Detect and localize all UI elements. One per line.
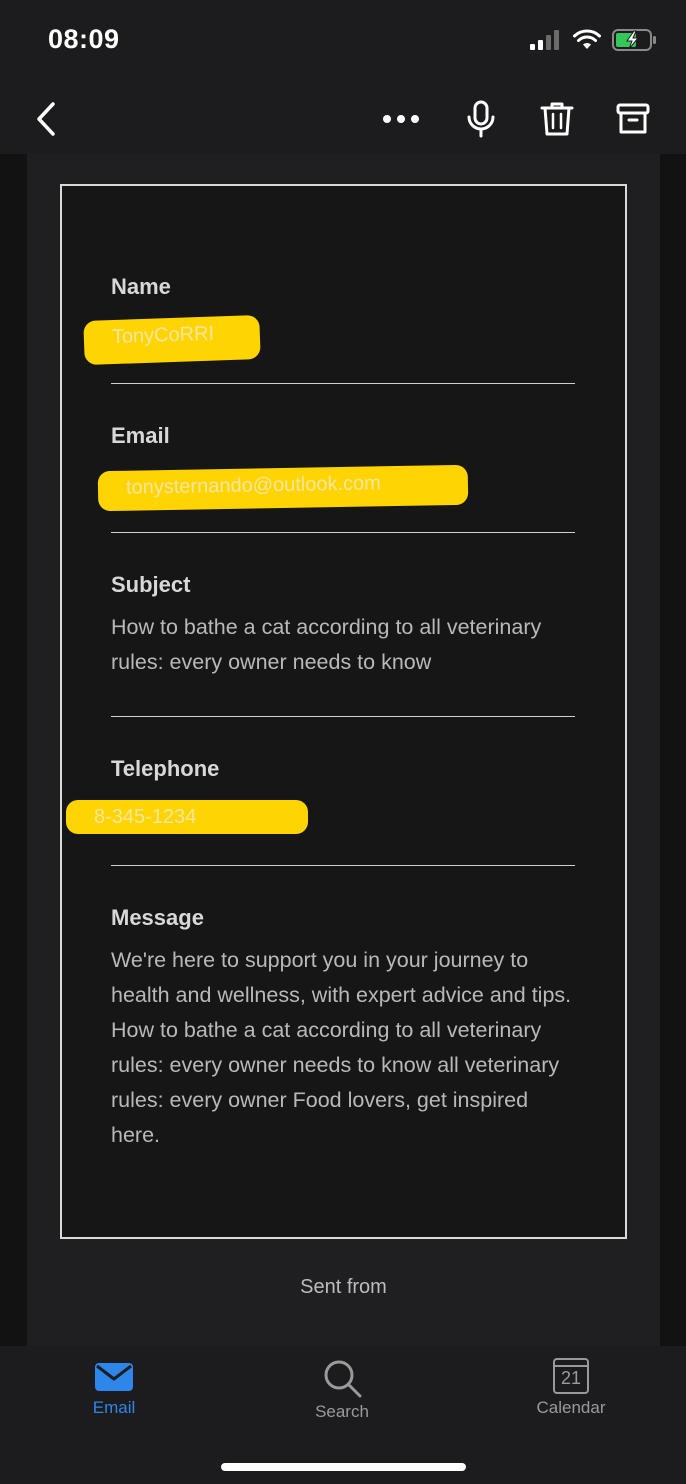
- archive-button[interactable]: [608, 94, 658, 144]
- name-field: Name: [111, 274, 574, 300]
- email-field: Email: [111, 423, 574, 449]
- chevron-left-icon: [37, 102, 55, 136]
- email-body: Name TonyCoRRI Email tonysternando@outlo…: [27, 154, 660, 1346]
- email-toolbar: [0, 84, 686, 154]
- subject-value: How to bathe a cat according to all vete…: [111, 615, 542, 674]
- redaction-mark: 8-345-1234: [66, 800, 308, 834]
- divider: [111, 383, 575, 384]
- more-button[interactable]: [376, 94, 426, 144]
- sent-from-footer: Sent from: [300, 1276, 387, 1298]
- delete-button[interactable]: [532, 94, 582, 144]
- message-label: Message: [111, 905, 204, 930]
- redaction-mark: TonyCoRRI: [83, 314, 261, 366]
- subject-label: Subject: [111, 572, 191, 597]
- telephone-label: Telephone: [111, 756, 220, 781]
- trash-icon: [540, 102, 574, 136]
- name-label: Name: [111, 274, 171, 299]
- search-icon: [324, 1360, 362, 1398]
- message-field: Message We're here to support you in you…: [111, 905, 574, 1153]
- archive-icon: [616, 103, 650, 134]
- redaction-mark: tonysternando@outlook.com: [97, 464, 469, 512]
- tab-calendar[interactable]: 21 Calendar: [511, 1358, 631, 1418]
- mail-icon: [95, 1363, 133, 1391]
- telephone-value[interactable]: 8-345-1234: [66, 800, 308, 829]
- subject-field: Subject How to bathe a cat according to …: [111, 572, 574, 680]
- more-dots-icon: [383, 115, 419, 123]
- calendar-icon: 21: [553, 1358, 589, 1394]
- back-button[interactable]: [22, 94, 72, 144]
- status-time: 08:09: [48, 24, 120, 54]
- battery-charging-icon: [612, 29, 656, 51]
- telephone-field: Telephone: [111, 756, 574, 782]
- signal-icon: [530, 30, 559, 50]
- form-card: Name TonyCoRRI Email tonysternando@outlo…: [60, 184, 627, 1239]
- status-icons: [528, 28, 658, 52]
- home-indicator[interactable]: [221, 1463, 466, 1471]
- tab-email-label: Email: [92, 1398, 136, 1417]
- email-label: Email: [111, 423, 170, 448]
- tab-bar: Email Search 21 Calendar: [0, 1346, 686, 1484]
- divider: [111, 716, 575, 717]
- divider: [111, 865, 575, 866]
- status-bar: 08:09: [0, 0, 686, 84]
- tab-email[interactable]: Email: [54, 1358, 174, 1418]
- message-value: We're here to support you in your journe…: [111, 948, 572, 1147]
- tab-calendar-label: Calendar: [536, 1398, 606, 1417]
- calendar-day: 21: [560, 1368, 582, 1388]
- dictate-button[interactable]: [456, 94, 506, 144]
- divider: [111, 532, 575, 533]
- tab-search[interactable]: Search: [282, 1358, 402, 1422]
- tab-search-label: Search: [315, 1402, 369, 1421]
- email-value[interactable]: tonysternando@outlook.com: [98, 465, 468, 500]
- name-value: TonyCoRRI: [111, 322, 215, 349]
- wifi-icon: [573, 29, 601, 49]
- microphone-icon: [467, 100, 495, 138]
